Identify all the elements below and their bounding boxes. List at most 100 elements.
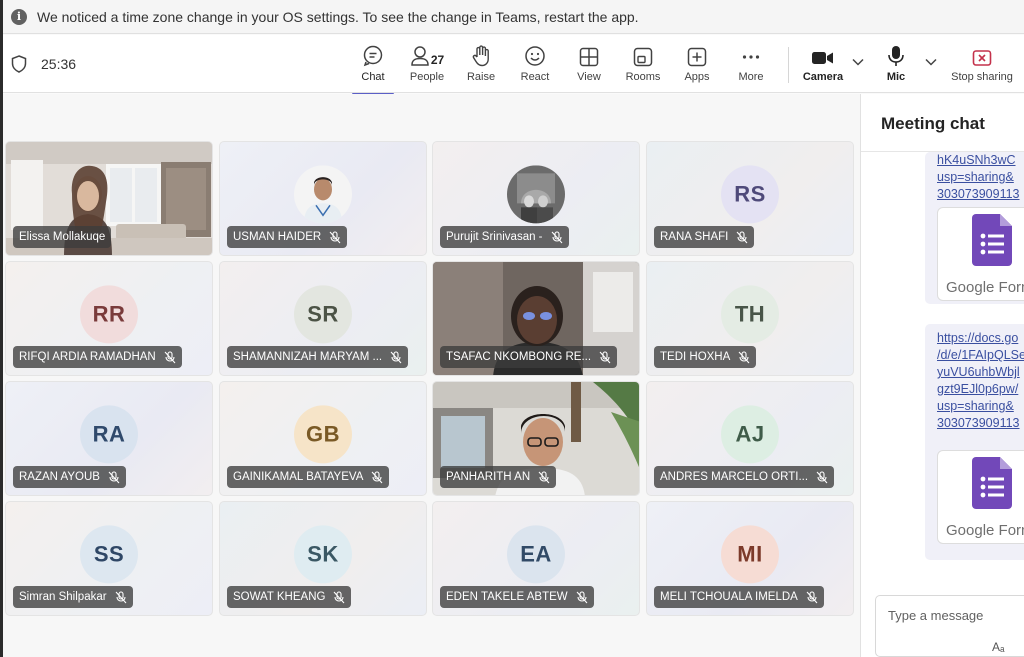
view-button[interactable]: View xyxy=(564,43,614,89)
participant-initials-avatar: RS xyxy=(721,164,779,223)
more-button[interactable]: More xyxy=(726,43,776,89)
participant-tile[interactable]: RR RIFQI ARDIA RAMADHAN xyxy=(5,261,213,376)
participant-tile[interactable]: Elissa Mollakuqe xyxy=(5,141,213,256)
chat-message-link[interactable]: 303073909113 xyxy=(925,415,1024,432)
chat-message: hK4uSNh3wC usp=sharing& 303073909113 Goo… xyxy=(925,152,1024,304)
participant-tile[interactable]: USMAN HAIDER xyxy=(219,141,427,256)
participant-name: SOWAT KHEANG xyxy=(233,591,326,603)
chat-message-link[interactable]: hK4uSNh3wC xyxy=(925,152,1024,169)
breakout-rooms-icon xyxy=(633,43,653,67)
participant-tile[interactable]: RA RAZAN AYOUB xyxy=(5,381,213,496)
google-forms-icon xyxy=(972,457,1012,509)
participant-tile[interactable]: PANHARITH AN xyxy=(432,381,640,496)
participant-name: USMAN HAIDER xyxy=(233,231,322,243)
participant-name-tag: GAINIKAMAL BATAYEVA xyxy=(227,466,390,488)
chat-icon xyxy=(362,43,384,67)
mic-off-icon xyxy=(115,590,127,604)
participant-name-tag: Simran Shilpakar xyxy=(13,586,133,608)
participant-tile[interactable]: Purujit Srinivasan - xyxy=(432,141,640,256)
toolbar-divider xyxy=(788,47,789,83)
video-camera-icon xyxy=(811,43,835,67)
participant-name-tag: TSAFAC NKOMBONG RE... xyxy=(440,346,618,368)
add-app-icon xyxy=(687,43,707,67)
hand-icon xyxy=(471,43,491,67)
participant-name: GAINIKAMAL BATAYEVA xyxy=(233,471,364,483)
participant-tile[interactable]: SK SOWAT KHEANG xyxy=(219,501,427,616)
mic-off-icon xyxy=(806,590,818,604)
video-gallery: Elissa Mollakuqe USMAN HAIDER Purujit Sr… xyxy=(3,94,860,657)
chat-message-input[interactable]: Type a message Aₐ xyxy=(875,595,1024,657)
participant-name: Simran Shilpakar xyxy=(19,591,107,603)
format-text-icon[interactable]: Aₐ xyxy=(992,640,1004,654)
react-button[interactable]: React xyxy=(510,43,560,89)
participant-name-tag: SHAMANNIZAH MARYAM ... xyxy=(227,346,409,368)
participant-tile[interactable]: SR SHAMANNIZAH MARYAM ... xyxy=(219,261,427,376)
participant-tile[interactable]: SS Simran Shilpakar xyxy=(5,501,213,616)
participant-tile[interactable]: GB GAINIKAMAL BATAYEVA xyxy=(219,381,427,496)
participant-name-tag: Elissa Mollakuqe xyxy=(13,226,112,248)
people-label: People xyxy=(409,71,445,83)
grid-view-icon xyxy=(579,43,599,67)
react-label: React xyxy=(520,71,550,83)
participant-name: EDEN TAKELE ABTEW xyxy=(446,591,568,603)
view-label: View xyxy=(577,71,601,83)
mic-options-chevron-icon[interactable] xyxy=(925,55,937,69)
participant-initials-avatar: RR xyxy=(80,284,138,343)
chat-message-link[interactable]: /d/e/1FAIpQLSe xyxy=(925,347,1024,364)
participant-name-tag: USMAN HAIDER xyxy=(227,226,348,248)
google-form-preview-card[interactable]: Google Form xyxy=(937,450,1024,544)
rooms-label: Rooms xyxy=(625,71,661,83)
raise-label: Raise xyxy=(466,71,496,83)
camera-button[interactable]: Camera xyxy=(798,43,848,89)
mic-off-icon xyxy=(576,590,588,604)
mic-button[interactable]: Mic xyxy=(871,43,921,89)
participant-tile[interactable]: MI MELI TCHOUALA IMELDA xyxy=(646,501,854,616)
mic-off-icon xyxy=(164,350,176,364)
participant-name: RANA SHAFI xyxy=(660,231,729,243)
people-button[interactable]: 27 People xyxy=(402,43,452,89)
participant-initials-avatar: GB xyxy=(294,404,352,463)
chat-message-link[interactable]: usp=sharing& xyxy=(925,169,1024,186)
chat-button[interactable]: Chat xyxy=(348,43,398,95)
participant-tile[interactable]: AJ ANDRES MARCELO ORTI... xyxy=(646,381,854,496)
more-dots-icon xyxy=(741,43,761,67)
participant-name: TSAFAC NKOMBONG RE... xyxy=(446,351,592,363)
rooms-button[interactable]: Rooms xyxy=(618,43,668,89)
google-form-label: Google Form xyxy=(946,279,1024,296)
participant-tile[interactable]: TSAFAC NKOMBONG RE... xyxy=(432,261,640,376)
participant-tile[interactable]: EA EDEN TAKELE ABTEW xyxy=(432,501,640,616)
participant-name-tag: EDEN TAKELE ABTEW xyxy=(440,586,594,608)
apps-button[interactable]: Apps xyxy=(672,43,722,89)
chat-message-link[interactable]: gzt9EJl0p6pw/ xyxy=(925,381,1024,398)
google-forms-icon xyxy=(972,214,1012,266)
microphone-icon xyxy=(887,43,905,67)
mic-off-icon xyxy=(371,470,383,484)
shield-icon xyxy=(11,55,27,73)
camera-options-chevron-icon[interactable] xyxy=(852,55,864,69)
mic-label: Mic xyxy=(886,71,906,83)
participant-name: RIFQI ARDIA RAMADHAN xyxy=(19,351,156,363)
google-form-preview-card[interactable]: Google Form xyxy=(937,207,1024,301)
stop-sharing-label: Stop sharing xyxy=(951,71,1013,83)
participant-name-tag: RIFQI ARDIA RAMADHAN xyxy=(13,346,182,368)
participant-name-tag: ANDRES MARCELO ORTI... xyxy=(654,466,835,488)
participant-tile[interactable]: RS RANA SHAFI xyxy=(646,141,854,256)
participant-photo-avatar xyxy=(294,164,352,223)
participant-initials-avatar: EA xyxy=(507,524,565,583)
mic-off-icon xyxy=(538,470,550,484)
participant-name: ANDRES MARCELO ORTI... xyxy=(660,471,809,483)
more-label: More xyxy=(738,71,764,83)
chat-message-link[interactable]: 303073909113 xyxy=(925,186,1024,203)
raise-hand-button[interactable]: Raise xyxy=(456,43,506,89)
participant-tile[interactable]: TH TEDI HOXHA xyxy=(646,261,854,376)
stop-sharing-button[interactable]: Stop sharing xyxy=(944,43,1020,89)
mic-off-icon xyxy=(108,470,120,484)
participant-initials-avatar: TH xyxy=(721,284,779,343)
participant-photo-avatar xyxy=(507,164,565,223)
chat-message-link[interactable]: usp=sharing& xyxy=(925,398,1024,415)
meeting-toolbar: 25:36 Chat 27 People Raise React View Ro… xyxy=(3,35,1024,95)
chat-message-link[interactable]: yuVU6uhbWbjl xyxy=(925,364,1024,381)
participant-initials-avatar: SK xyxy=(294,524,352,583)
participant-name: Purujit Srinivasan - xyxy=(446,231,543,243)
chat-message-link[interactable]: https://docs.go xyxy=(925,330,1024,347)
